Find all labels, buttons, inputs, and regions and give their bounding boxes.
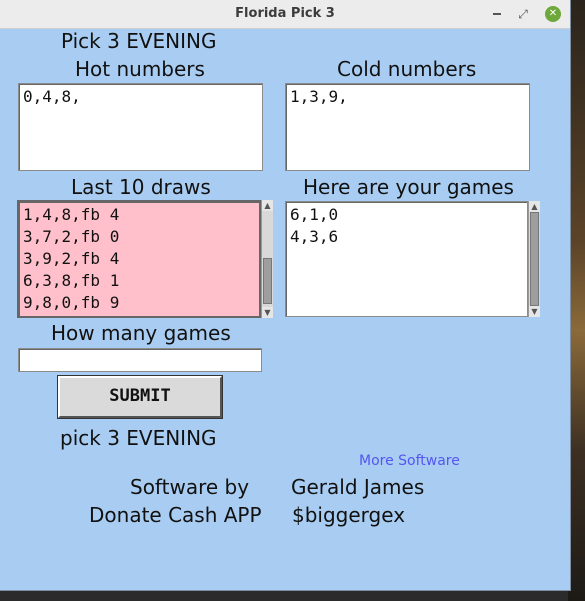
hot-numbers-textbox[interactable]: 0,4,8, [18, 83, 263, 171]
scroll-down-icon[interactable]: ▼ [529, 306, 540, 317]
how-many-games-input[interactable] [18, 348, 262, 372]
scroll-thumb[interactable] [530, 212, 539, 306]
your-games-list[interactable]: 6,1,0 4,3,6 [285, 201, 528, 317]
scroll-up-icon[interactable]: ▲ [262, 200, 273, 211]
how-many-games-label: How many games [51, 321, 231, 345]
title-bar: Florida Pick 3 ⤢ [0, 0, 570, 29]
submit-button[interactable]: SUBMIT [58, 376, 222, 418]
donate-label: Donate Cash APP [89, 503, 262, 527]
games-scrollbar[interactable]: ▲ ▼ [528, 201, 540, 317]
your-games-label: Here are your games [303, 175, 514, 199]
window-title: Florida Pick 3 [235, 6, 335, 21]
scroll-up-icon[interactable]: ▲ [529, 201, 540, 212]
last-draws-label: Last 10 draws [71, 175, 211, 199]
author-name: Gerald James [291, 475, 425, 499]
minimize-icon[interactable] [489, 6, 505, 22]
last-draws-scrollbar[interactable]: ▲ ▼ [261, 200, 273, 318]
app-window: Florida Pick 3 ⤢ Pick 3 EVENING Hot numb… [0, 0, 571, 591]
cold-numbers-textbox[interactable]: 1,3,9, [285, 83, 530, 171]
close-icon[interactable] [545, 6, 561, 22]
cash-tag: $biggergex [292, 503, 406, 527]
hot-numbers-label: Hot numbers [75, 57, 205, 81]
restore-icon[interactable]: ⤢ [515, 6, 531, 22]
cold-numbers-label: Cold numbers [337, 57, 477, 81]
footer-title: pick 3 EVENING [60, 426, 217, 450]
last-draws-list[interactable]: 1,4,8,fb 4 3,7,2,fb 0 3,9,2,fb 4 6,3,8,f… [17, 200, 261, 318]
page-heading: Pick 3 EVENING [61, 29, 217, 53]
scroll-thumb[interactable] [263, 258, 272, 304]
more-software-link[interactable]: More Software [359, 453, 460, 469]
scroll-down-icon[interactable]: ▼ [262, 307, 273, 318]
software-by-label: Software by [130, 475, 250, 499]
